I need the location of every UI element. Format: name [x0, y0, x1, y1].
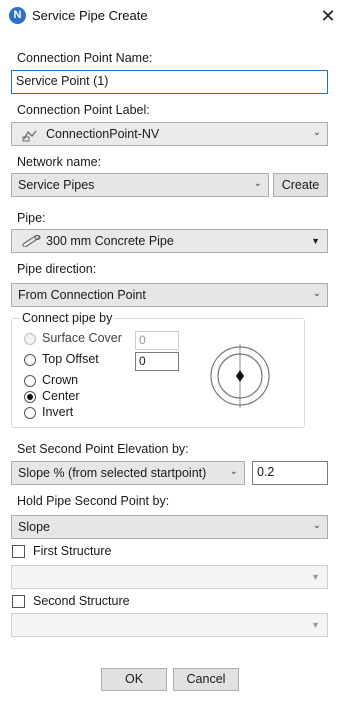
surface-cover-label: Surface Cover [42, 331, 122, 345]
connection-point-label-value: ConnectionPoint-NV [46, 127, 160, 141]
connect-pipe-by-title: Connect pipe by [20, 311, 115, 325]
chevron-down-icon: ⌄ [229, 466, 238, 477]
close-button[interactable]: ✕ [312, 0, 344, 32]
pipe-direction-select[interactable]: From Connection Point ⌄ [11, 283, 328, 307]
radio-top-offset[interactable] [24, 354, 36, 366]
pipe-icon [22, 234, 42, 250]
radio-crown[interactable] [24, 375, 36, 387]
cancel-button[interactable]: Cancel [173, 668, 239, 691]
slope-value-input[interactable]: 0.2 [252, 461, 328, 485]
network-name-label: Network name: [17, 155, 102, 169]
first-structure-select[interactable]: ▼ [11, 565, 328, 589]
invert-label: Invert [42, 405, 74, 419]
connection-point-label-label: Connection Point Label: [17, 103, 150, 117]
caret-down-icon: ▼ [311, 236, 320, 246]
hold-second-point-label: Hold Pipe Second Point by: [17, 494, 170, 508]
chevron-down-icon: ⌄ [312, 520, 321, 531]
radio-center[interactable] [24, 391, 36, 403]
pipe-select[interactable]: 300 mm Concrete Pipe ▼ [11, 229, 328, 253]
connection-point-name-label: Connection Point Name: [17, 51, 153, 65]
pipe-section-diagram-icon [207, 343, 273, 412]
first-structure-checkbox[interactable] [12, 545, 25, 558]
pipe-value: 300 mm Concrete Pipe [46, 234, 174, 248]
pipe-direction-label: Pipe direction: [17, 262, 97, 276]
network-name-select[interactable]: Service Pipes ⌄ [11, 173, 269, 197]
top-offset-input[interactable]: 0 [135, 352, 179, 371]
second-point-elevation-label: Set Second Point Elevation by: [17, 442, 189, 456]
chevron-down-icon: ⌄ [312, 288, 321, 299]
center-label: Center [42, 389, 80, 403]
chevron-down-icon: ⌄ [253, 178, 262, 189]
app-logo-icon: N [9, 7, 26, 24]
second-structure-select[interactable]: ▼ [11, 613, 328, 637]
hold-second-point-value: Slope [18, 520, 50, 534]
radio-invert[interactable] [24, 407, 36, 419]
radio-surface-cover[interactable] [24, 333, 36, 345]
crown-label: Crown [42, 373, 79, 387]
connection-point-label-select[interactable]: ConnectionPoint-NV ⌄ [11, 122, 328, 146]
window-title: Service Pipe Create [32, 8, 148, 23]
top-offset-label: Top Offset [42, 352, 99, 366]
network-name-value: Service Pipes [18, 178, 95, 192]
caret-down-icon: ▼ [311, 620, 320, 630]
second-point-elevation-value: Slope % (from selected startpoint) [18, 466, 207, 480]
chevron-down-icon: ⌄ [312, 127, 321, 138]
pipe-label: Pipe: [17, 211, 46, 225]
create-network-button[interactable]: Create [273, 173, 328, 197]
ok-button[interactable]: OK [101, 668, 167, 691]
second-point-elevation-select[interactable]: Slope % (from selected startpoint) ⌄ [11, 461, 245, 485]
surface-cover-input[interactable]: 0 [135, 331, 179, 350]
caret-down-icon: ▼ [311, 572, 320, 582]
pipe-direction-value: From Connection Point [18, 288, 146, 302]
hold-second-point-select[interactable]: Slope ⌄ [11, 515, 328, 539]
second-structure-label: Second Structure [33, 594, 130, 608]
second-structure-checkbox[interactable] [12, 595, 25, 608]
title-bar: N Service Pipe Create ✕ [0, 0, 344, 34]
first-structure-label: First Structure [33, 544, 112, 558]
connection-point-name-input[interactable]: Service Point (1) [11, 70, 328, 94]
label-style-icon [22, 128, 38, 145]
